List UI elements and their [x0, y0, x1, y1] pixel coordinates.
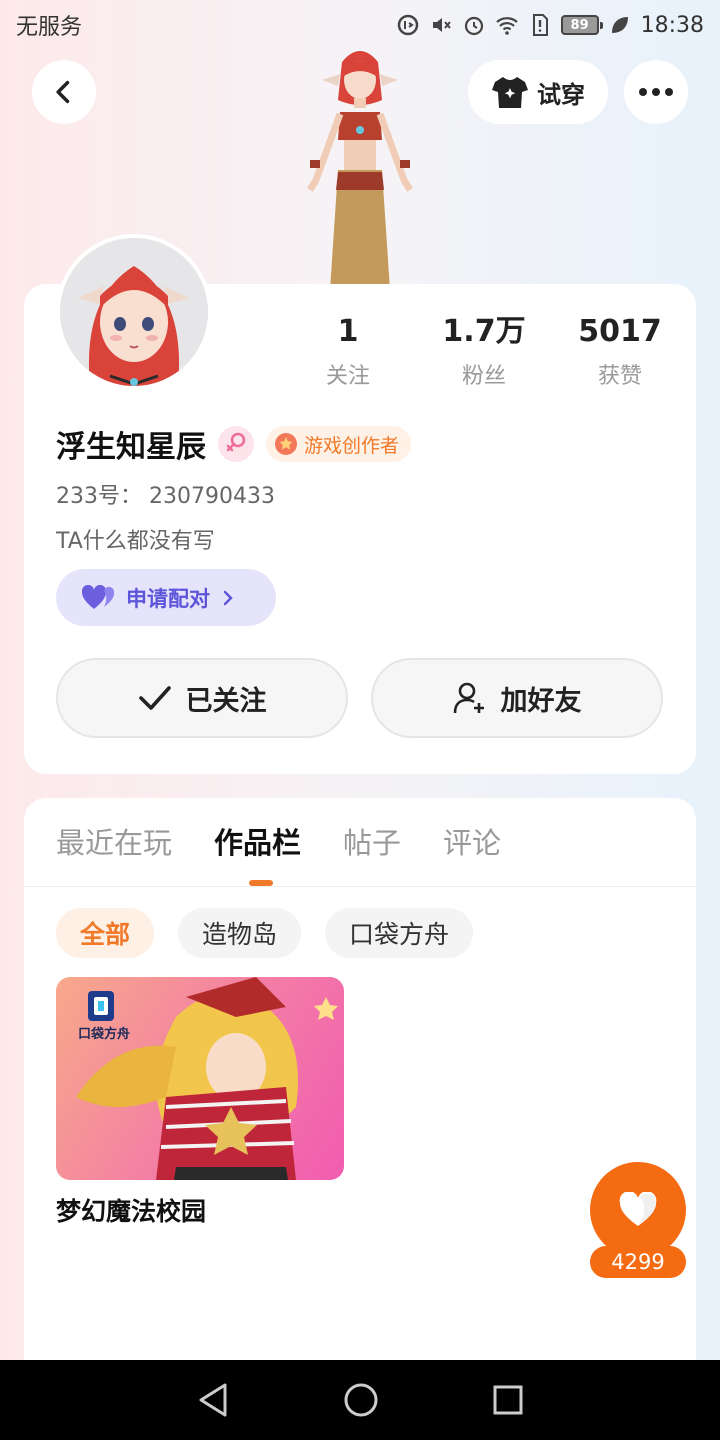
nav-recents-icon[interactable]: [492, 1384, 524, 1416]
stat-label: 关注: [325, 364, 370, 389]
double-heart-icon: [82, 584, 115, 609]
like-button[interactable]: [590, 1162, 686, 1258]
chip-all[interactable]: 全部: [56, 908, 155, 958]
data-saver-icon: [397, 14, 418, 36]
stat-label: 获赞: [597, 364, 642, 389]
avatar[interactable]: [56, 234, 212, 390]
add-friend-button[interactable]: 加好友: [371, 658, 663, 738]
female-gender-icon: [218, 426, 254, 462]
chevron-right-icon: [223, 590, 233, 605]
tab-comments[interactable]: 评论: [443, 818, 501, 868]
more-dots-icon: [639, 88, 673, 96]
mute-icon: [432, 18, 451, 32]
nav-home-icon[interactable]: [343, 1382, 379, 1418]
tab-recently-played[interactable]: 最近在玩: [56, 818, 172, 868]
alarm-icon: [464, 16, 483, 36]
stat-following[interactable]: 1 关注: [280, 312, 416, 390]
stat-likes[interactable]: 5017 获赞: [552, 312, 688, 390]
chip-creation-island[interactable]: 造物岛: [178, 908, 302, 958]
add-user-icon: [453, 682, 484, 714]
try-on-label: 试穿: [537, 80, 585, 109]
system-nav-bar: [0, 1360, 720, 1440]
chevron-left-icon: [56, 80, 70, 104]
stat-fans[interactable]: 1.7万 粉丝: [416, 312, 552, 390]
nav-back-icon[interactable]: [196, 1382, 230, 1418]
user-bio: TA什么都没有写: [56, 529, 215, 554]
tab-posts[interactable]: 帖子: [343, 818, 401, 868]
try-on-button[interactable]: 试穿: [468, 60, 608, 124]
followed-button[interactable]: 已关注: [56, 658, 348, 738]
stat-label: 粉丝: [461, 364, 506, 389]
tabs-divider: [24, 886, 696, 887]
chip-pocket-ark[interactable]: 口袋方舟: [325, 908, 474, 958]
creator-badge-label: 游戏创作者: [304, 434, 400, 457]
tab-works[interactable]: 作品栏: [214, 818, 301, 868]
star-medal-icon: [275, 433, 297, 455]
heart-icon: [619, 1192, 657, 1226]
work-thumbnail[interactable]: 口袋方舟: [56, 977, 344, 1180]
tshirt-icon: [492, 77, 528, 108]
avatar-image: [60, 238, 208, 386]
creator-badge[interactable]: 游戏创作者: [266, 426, 412, 462]
leaf-icon: [611, 17, 628, 33]
carrier-text: 无服务: [16, 15, 83, 40]
back-button[interactable]: [32, 60, 96, 124]
stat-value: 5017: [578, 314, 662, 349]
like-count: 4299: [590, 1246, 686, 1278]
character-figure: [306, 51, 414, 290]
tab-bar: 最近在玩 作品栏 帖子 评论: [56, 818, 501, 868]
stats-row: 1 关注 1.7万 粉丝 5017 获赞: [280, 312, 700, 390]
battery-icon: 89: [560, 15, 603, 35]
wifi-icon: [495, 17, 518, 35]
work-title[interactable]: 梦幻魔法校园: [56, 1192, 206, 1228]
checkmark-icon: [138, 686, 171, 710]
profile-screen: 无服务 89 18:38 试穿 1 关注 1.7万 粉丝 5017 获赞 浮生知…: [0, 0, 720, 1440]
request-pair-label: 申请配对: [126, 586, 210, 611]
filter-chips: 全部 造物岛 口袋方舟: [56, 908, 474, 958]
username: 浮生知星辰: [56, 430, 206, 465]
sim-alert-icon: [532, 14, 548, 36]
clock-text: 18:38: [640, 12, 704, 38]
user-id: 233号： 230790433: [56, 484, 275, 509]
stat-value: 1.7万: [442, 314, 526, 349]
followed-label: 已关注: [185, 685, 267, 717]
stat-value: 1: [337, 314, 359, 349]
add-friend-label: 加好友: [500, 685, 582, 717]
name-row: 浮生知星辰 游戏创作者: [56, 424, 412, 465]
request-pair-button[interactable]: 申请配对: [56, 569, 276, 626]
more-button[interactable]: [624, 60, 688, 124]
pocket-ark-logo-text: 口袋方舟: [78, 1027, 131, 1042]
